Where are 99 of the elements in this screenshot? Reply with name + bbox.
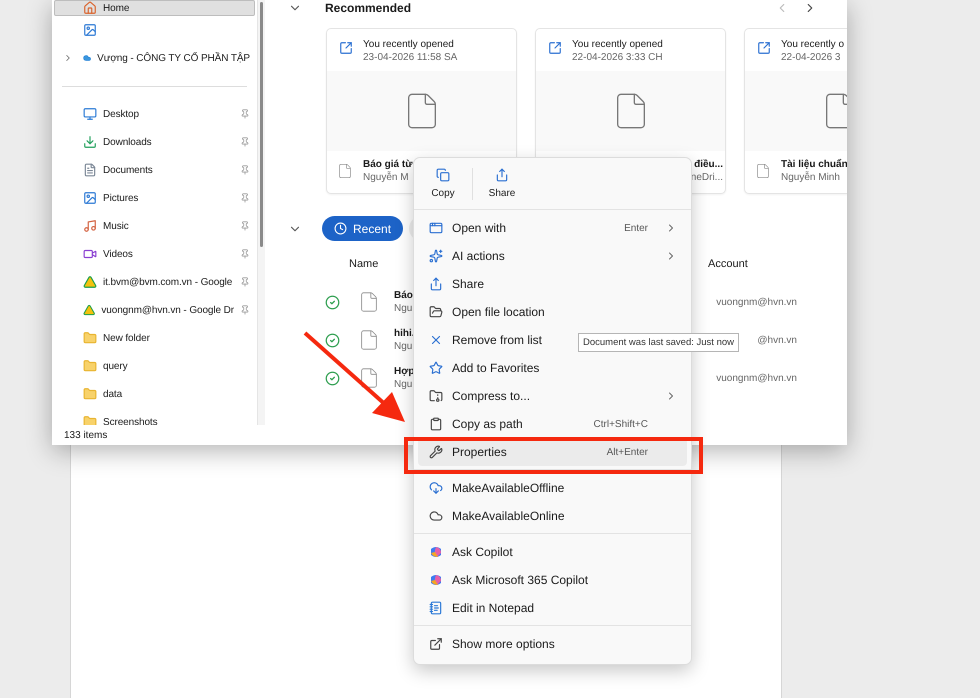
- wrench-icon: [429, 445, 443, 459]
- filter-chip[interactable]: Recent: [322, 216, 404, 241]
- account-text: vuongnm@hvn.vn: [716, 296, 797, 308]
- picture-icon: [83, 23, 97, 37]
- menu-item[interactable]: Add to Favorites: [418, 354, 687, 382]
- close-icon: [429, 333, 443, 347]
- copilot-icon: [429, 545, 443, 559]
- file-owner: Ngu: [394, 379, 412, 390]
- sidebar-item[interactable]: query: [54, 352, 255, 380]
- file-owner: Ngu: [394, 303, 412, 314]
- video-icon: [83, 247, 97, 261]
- status-text: 133 items: [64, 430, 108, 440]
- menu-item[interactable]: Open file location: [418, 298, 687, 326]
- account-text: vuongnm@hvn.vn: [716, 372, 797, 384]
- clock-icon: [334, 222, 347, 235]
- pin-icon: [240, 221, 250, 231]
- account-text: @hvn.vn: [757, 334, 797, 346]
- section-title: Recommended: [325, 1, 412, 15]
- card-date: 22-04-2026 3:33 CH: [572, 52, 663, 63]
- sidebar-item[interactable]: Vượng - CÔNG TY CỔ PHẦN TẬP: [54, 44, 255, 72]
- menu-item[interactable]: Edit in Notepad: [418, 594, 687, 622]
- pin-icon: [240, 193, 250, 203]
- menu-item[interactable]: Share: [418, 270, 687, 298]
- menu-item[interactable]: Open with Enter: [418, 214, 687, 242]
- column-header[interactable]: Account: [708, 258, 748, 270]
- clipboard-icon: [429, 417, 443, 431]
- file-name: Tài liệu chuẩn: [781, 159, 847, 170]
- sidebar-item[interactable]: it.bvm@bvm.com.vn - Google: [54, 268, 255, 296]
- open-icon: [339, 41, 353, 55]
- file-owner: Nguyễn Minh: [781, 172, 840, 183]
- pin-icon: [240, 137, 250, 147]
- file-name: Báo: [394, 290, 413, 301]
- notepad-icon: [429, 601, 443, 615]
- scrollbar[interactable]: [258, 0, 265, 425]
- card-date: 22-04-2026 3: [781, 52, 842, 63]
- pin-icon: [240, 165, 250, 175]
- app-list-icon: [429, 221, 443, 235]
- copilot-icon: [429, 573, 443, 587]
- card-caption: You recently o: [781, 39, 844, 50]
- file-owner: Nguyễn M: [363, 172, 409, 183]
- menu-item[interactable]: Compress to...: [418, 382, 687, 410]
- sidebar-item[interactable]: New folder: [54, 324, 255, 352]
- folder-icon: [83, 415, 97, 425]
- menu-item[interactable]: Ask Copilot: [418, 538, 687, 566]
- file-icon: [755, 163, 771, 179]
- cloud-download-icon: [429, 481, 443, 495]
- menu-item[interactable]: AI actions: [418, 242, 687, 270]
- file-icon: [337, 163, 353, 179]
- music-icon: [83, 219, 97, 233]
- file-name: Báo giá từ: [363, 159, 412, 170]
- drive-icon: [83, 275, 97, 289]
- share-icon: [495, 168, 509, 182]
- document-icon: [83, 163, 97, 177]
- sidebar-item[interactable]: data: [54, 380, 255, 408]
- sidebar-item[interactable]: vuongnm@hvn.vn - Google Dr: [54, 296, 255, 324]
- home-icon: [83, 1, 97, 15]
- sidebar-item[interactable]: Home: [54, 0, 255, 16]
- cloud-icon: [429, 509, 443, 523]
- card-date: 23-04-2026 11:58 SA: [363, 52, 458, 63]
- pin-icon: [240, 305, 250, 315]
- drive-icon: [83, 303, 96, 317]
- pin-icon: [240, 249, 250, 259]
- sidebar-item[interactable]: Desktop: [54, 100, 255, 128]
- file-name: điều...: [694, 159, 723, 170]
- pin-icon: [240, 277, 250, 287]
- copy-icon: [436, 168, 450, 182]
- expand-icon: [429, 637, 443, 651]
- folder-icon: [83, 387, 97, 401]
- menu-item[interactable]: MakeAvailableOnline: [418, 502, 687, 530]
- sidebar-item[interactable]: Videos: [54, 240, 255, 268]
- card-caption: You recently opened: [572, 39, 663, 50]
- file-owner: neDri...: [690, 172, 723, 183]
- menu-item[interactable]: MakeAvailableOffline: [418, 474, 687, 502]
- share-icon: [429, 277, 443, 291]
- folder-icon: [83, 331, 97, 345]
- picture-icon: [83, 191, 97, 205]
- star-icon: [429, 361, 443, 375]
- file-owner: Ngu: [394, 341, 412, 352]
- monitor-icon: [83, 107, 97, 121]
- menu-item[interactable]: Show more options: [418, 630, 687, 658]
- pin-icon: [240, 109, 250, 119]
- sidebar-item[interactable]: Pictures: [54, 184, 255, 212]
- sidebar-item[interactable]: Downloads: [54, 128, 255, 156]
- file-card[interactable]: You recently o 22-04-2026 3 Tài liệu chuẩn Nguyễn Minh: [744, 28, 847, 194]
- folder-icon: [83, 359, 97, 373]
- sidebar-item[interactable]: Screenshots: [54, 408, 255, 425]
- folder-icon: [429, 305, 443, 319]
- menu-item[interactable]: Ask Microsoft 365 Copilot: [418, 566, 687, 594]
- sparkle-icon: [429, 249, 443, 263]
- archive-folder-icon: [429, 389, 443, 403]
- sidebar-item[interactable]: Music: [54, 212, 255, 240]
- menu-item[interactable]: Copy as path Ctrl+Shift+C: [418, 410, 687, 438]
- tooltip: Document was last saved: Just now: [578, 333, 740, 352]
- open-icon: [548, 41, 562, 55]
- file-name: hihi.: [394, 328, 415, 339]
- sidebar-item[interactable]: Documents: [54, 156, 255, 184]
- open-icon: [757, 41, 771, 55]
- download-icon: [83, 135, 97, 149]
- card-caption: You recently opened: [363, 39, 455, 50]
